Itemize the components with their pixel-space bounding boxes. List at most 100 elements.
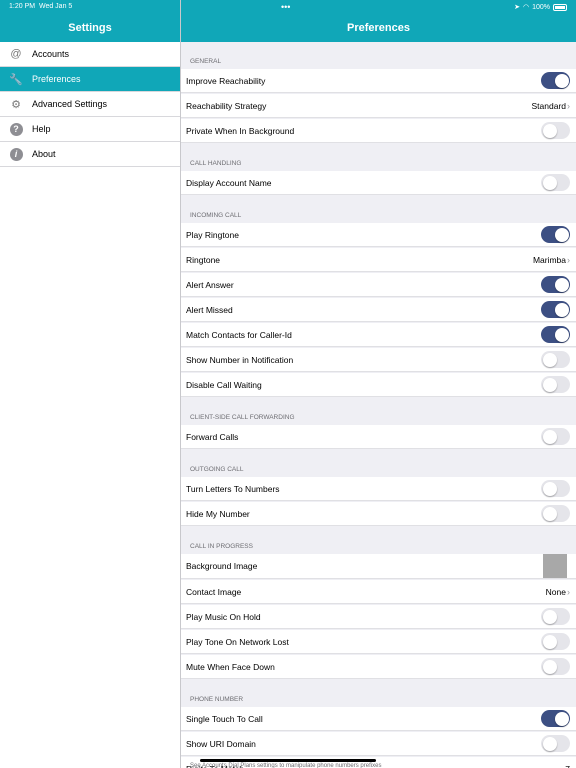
sidebar-item-advanced-settings[interactable]: ⚙ Advanced Settings [0,92,180,117]
toggle-knob [554,277,569,292]
row-disable-call-waiting[interactable]: Disable Call Waiting [181,373,576,397]
reachability-strategy-value[interactable]: Standard › [532,101,571,111]
row-show-number-in-notification[interactable]: Show Number in Notification [181,348,576,372]
value-text: None [545,586,566,597]
background-image-preview[interactable] [543,554,567,578]
sidebar-item-label: Accounts [32,49,70,59]
ringtone-value[interactable]: Marimba › [533,255,570,265]
section-header: CALL HANDLING [190,160,242,167]
sidebar-item-label: Preferences [32,74,81,84]
row-label: Match Contacts for Caller-Id [186,329,292,340]
row-forward-calls[interactable]: Forward Calls [181,425,576,449]
value-text: Standard [531,100,567,111]
row-improve-reachability[interactable]: Improve Reachability [181,69,576,93]
private-when-in-background-toggle[interactable] [541,122,570,139]
row-label: Play Ringtone [186,229,239,240]
show-uri-domain-toggle[interactable] [541,735,570,752]
status-indicators: ➤ ◠ 100% [514,3,567,11]
toggle-knob [554,302,569,317]
toggle-knob [542,481,557,496]
sidebar-item-label: Advanced Settings [32,99,108,109]
info-icon: i [9,147,23,161]
row-label: Improve Reachability [186,75,266,86]
section-header: INCOMING CALL [190,212,242,219]
sidebar-item-label: Help [32,124,51,134]
home-indicator[interactable] [200,759,376,762]
row-label: Mute When Face Down [186,661,275,672]
row-label: Forward Calls [186,431,239,442]
footer-note: See Accounts Dial Plans settings to mani… [190,763,382,768]
row-show-uri-domain[interactable]: Show URI Domain [181,732,576,756]
chevron-right-icon: › [567,100,570,111]
show-number-in-notification-toggle[interactable] [541,351,570,368]
sidebar-item-preferences[interactable]: 🔧 Preferences [0,67,180,92]
toggle-knob [542,429,557,444]
row-label: Contact Image [186,586,242,597]
section-header: PHONE NUMBER [190,696,244,703]
row-ringtone[interactable]: Ringtone Marimba › [181,248,576,272]
forward-calls-toggle[interactable] [541,428,570,445]
row-play-music-on-hold[interactable]: Play Music On Hold [181,605,576,629]
row-label: Turn Letters To Numbers [186,483,280,494]
row-label: Background Image [186,561,258,571]
row-private-when-in-background[interactable]: Private When In Background [181,119,576,143]
hide-my-number-toggle[interactable] [541,505,570,522]
row-reachability-strategy[interactable]: Reachability Strategy Standard › [181,94,576,118]
row-label: Alert Missed [186,304,233,315]
improve-reachability-toggle[interactable] [541,72,570,89]
row-label: Show Number in Notification [186,354,294,365]
row-label: Show URI Domain [186,738,256,749]
turn-letters-to-numbers-toggle[interactable] [541,480,570,497]
play-tone-on-network-lost-toggle[interactable] [541,633,570,650]
row-label: Ringtone [186,254,221,265]
value-text: Marimba [532,254,566,265]
toggle-knob [542,377,557,392]
sidebar-item-about[interactable]: i About [0,142,180,167]
row-play-tone-on-network-lost[interactable]: Play Tone On Network Lost [181,630,576,654]
section-header: GENERAL [190,58,222,65]
toggle-knob [542,634,557,649]
contact-image-value[interactable]: None › [546,587,570,597]
row-label: Disable Call Waiting [186,379,262,390]
match-contacts-for-caller-id-toggle[interactable] [541,326,570,343]
row-label: Hide My Number [186,508,250,519]
toggle-knob [542,123,557,138]
row-hide-my-number[interactable]: Hide My Number [181,502,576,526]
toggle-knob [542,736,557,751]
wrench-icon: 🔧 [9,73,23,86]
section-header: CLIENT-SIDE CALL FORWARDING [190,414,295,421]
row-display-account-name[interactable]: Display Account Name [181,171,576,195]
display-account-name-toggle[interactable] [541,174,570,191]
gears-icon: ⚙ [11,98,21,111]
disable-call-waiting-toggle[interactable] [541,376,570,393]
digits-to-match-value: 7 [565,764,570,768]
row-contact-image[interactable]: Contact Image None › [181,580,576,604]
row-play-ringtone[interactable]: Play Ringtone [181,223,576,247]
play-music-on-hold-toggle[interactable] [541,608,570,625]
sidebar-item-help[interactable]: ? Help [0,117,180,142]
alert-answer-toggle[interactable] [541,276,570,293]
play-ringtone-toggle[interactable] [541,226,570,243]
at-icon: @ [10,48,22,60]
row-label: Play Music On Hold [186,611,261,622]
row-match-contacts-for-caller-id[interactable]: Match Contacts for Caller-Id [181,323,576,347]
sidebar-item-accounts[interactable]: @ Accounts [0,42,180,67]
row-background-image[interactable]: Background Image [181,554,576,579]
row-mute-when-face-down[interactable]: Mute When Face Down [181,655,576,679]
single-touch-to-call-toggle[interactable] [541,710,570,727]
preferences-list: GENERAL Improve Reachability Reachability … [181,42,576,768]
toggle-knob [554,327,569,342]
row-alert-missed[interactable]: Alert Missed [181,298,576,322]
alert-missed-toggle[interactable] [541,301,570,318]
question-icon: ? [9,122,23,136]
toggle-knob [542,175,557,190]
row-single-touch-to-call[interactable]: Single Touch To Call [181,707,576,731]
toggle-knob [542,609,557,624]
row-label: Reachability Strategy [186,100,267,111]
mute-when-face-down-toggle[interactable] [541,658,570,675]
multitasking-dots-icon[interactable]: ••• [281,2,290,12]
row-alert-answer[interactable]: Alert Answer [181,273,576,297]
row-turn-letters-to-numbers[interactable]: Turn Letters To Numbers [181,477,576,501]
status-time-date: 1:20 PM Wed Jan 5 [9,3,73,10]
toggle-knob [554,711,569,726]
